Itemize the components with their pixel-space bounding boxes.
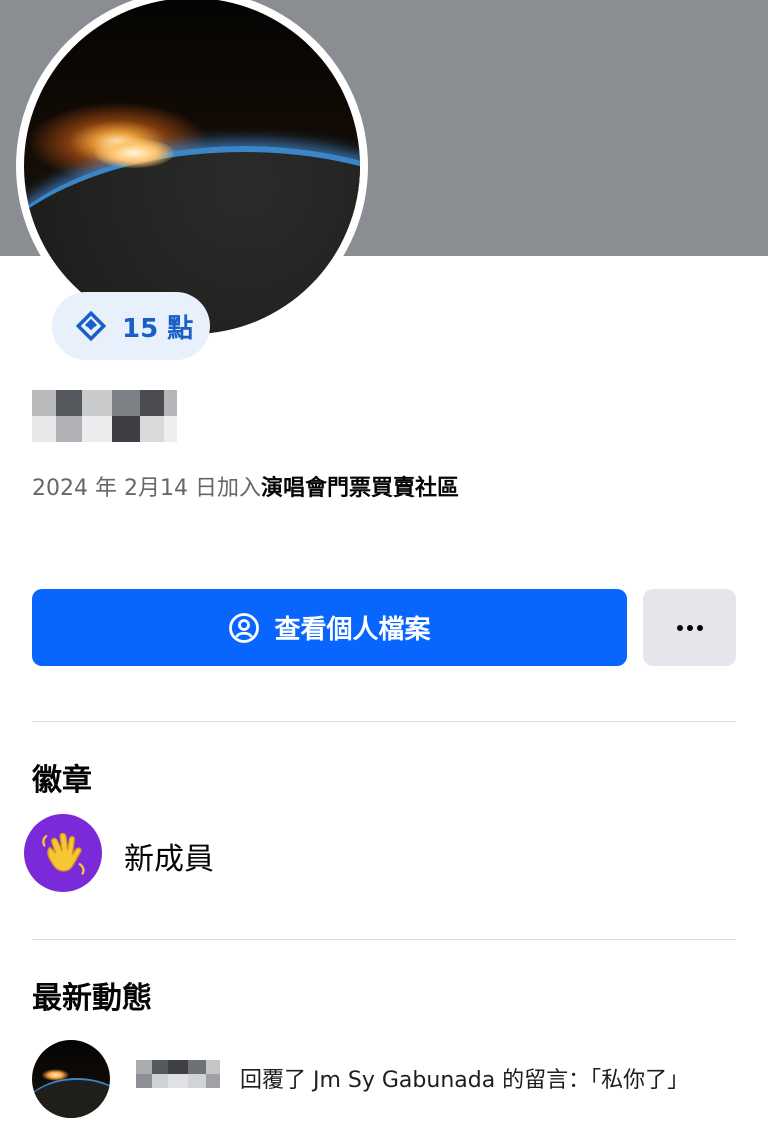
avatar-image [24,0,360,334]
divider [32,721,736,722]
badges-title: 徽章 [32,763,92,798]
more-options-button[interactable] [643,589,736,666]
activity-name-blurred [136,1060,232,1088]
divider [32,939,736,940]
user-circle-icon [229,612,260,643]
points-badge[interactable]: 15 點 [52,292,210,360]
badge-label-new-member: 新成員 [124,842,214,877]
joined-date: 2024 年 2月14 日加入 [32,476,261,501]
profile-name-blurred [32,390,177,442]
recent-activity-title: 最新動態 [32,981,152,1016]
diamond-points-icon [75,310,107,342]
points-label: 15 點 [122,313,194,344]
activity-item-text[interactable]: 回覆了 Jm Sy Gabunada 的留言：「私你了」 [240,1062,689,1094]
activity-avatar[interactable] [32,1040,110,1118]
more-dots-icon [676,624,703,631]
waving-hand-icon[interactable] [24,814,102,892]
view-profile-button[interactable]: 查看個人檔案 [32,589,627,666]
profile-avatar[interactable] [16,0,368,342]
joined-info: 2024 年 2月14 日加入演唱會門票買賣社區 [32,470,459,502]
view-profile-label: 查看個人檔案 [274,615,431,645]
group-name-link[interactable]: 演唱會門票買賣社區 [261,476,459,501]
